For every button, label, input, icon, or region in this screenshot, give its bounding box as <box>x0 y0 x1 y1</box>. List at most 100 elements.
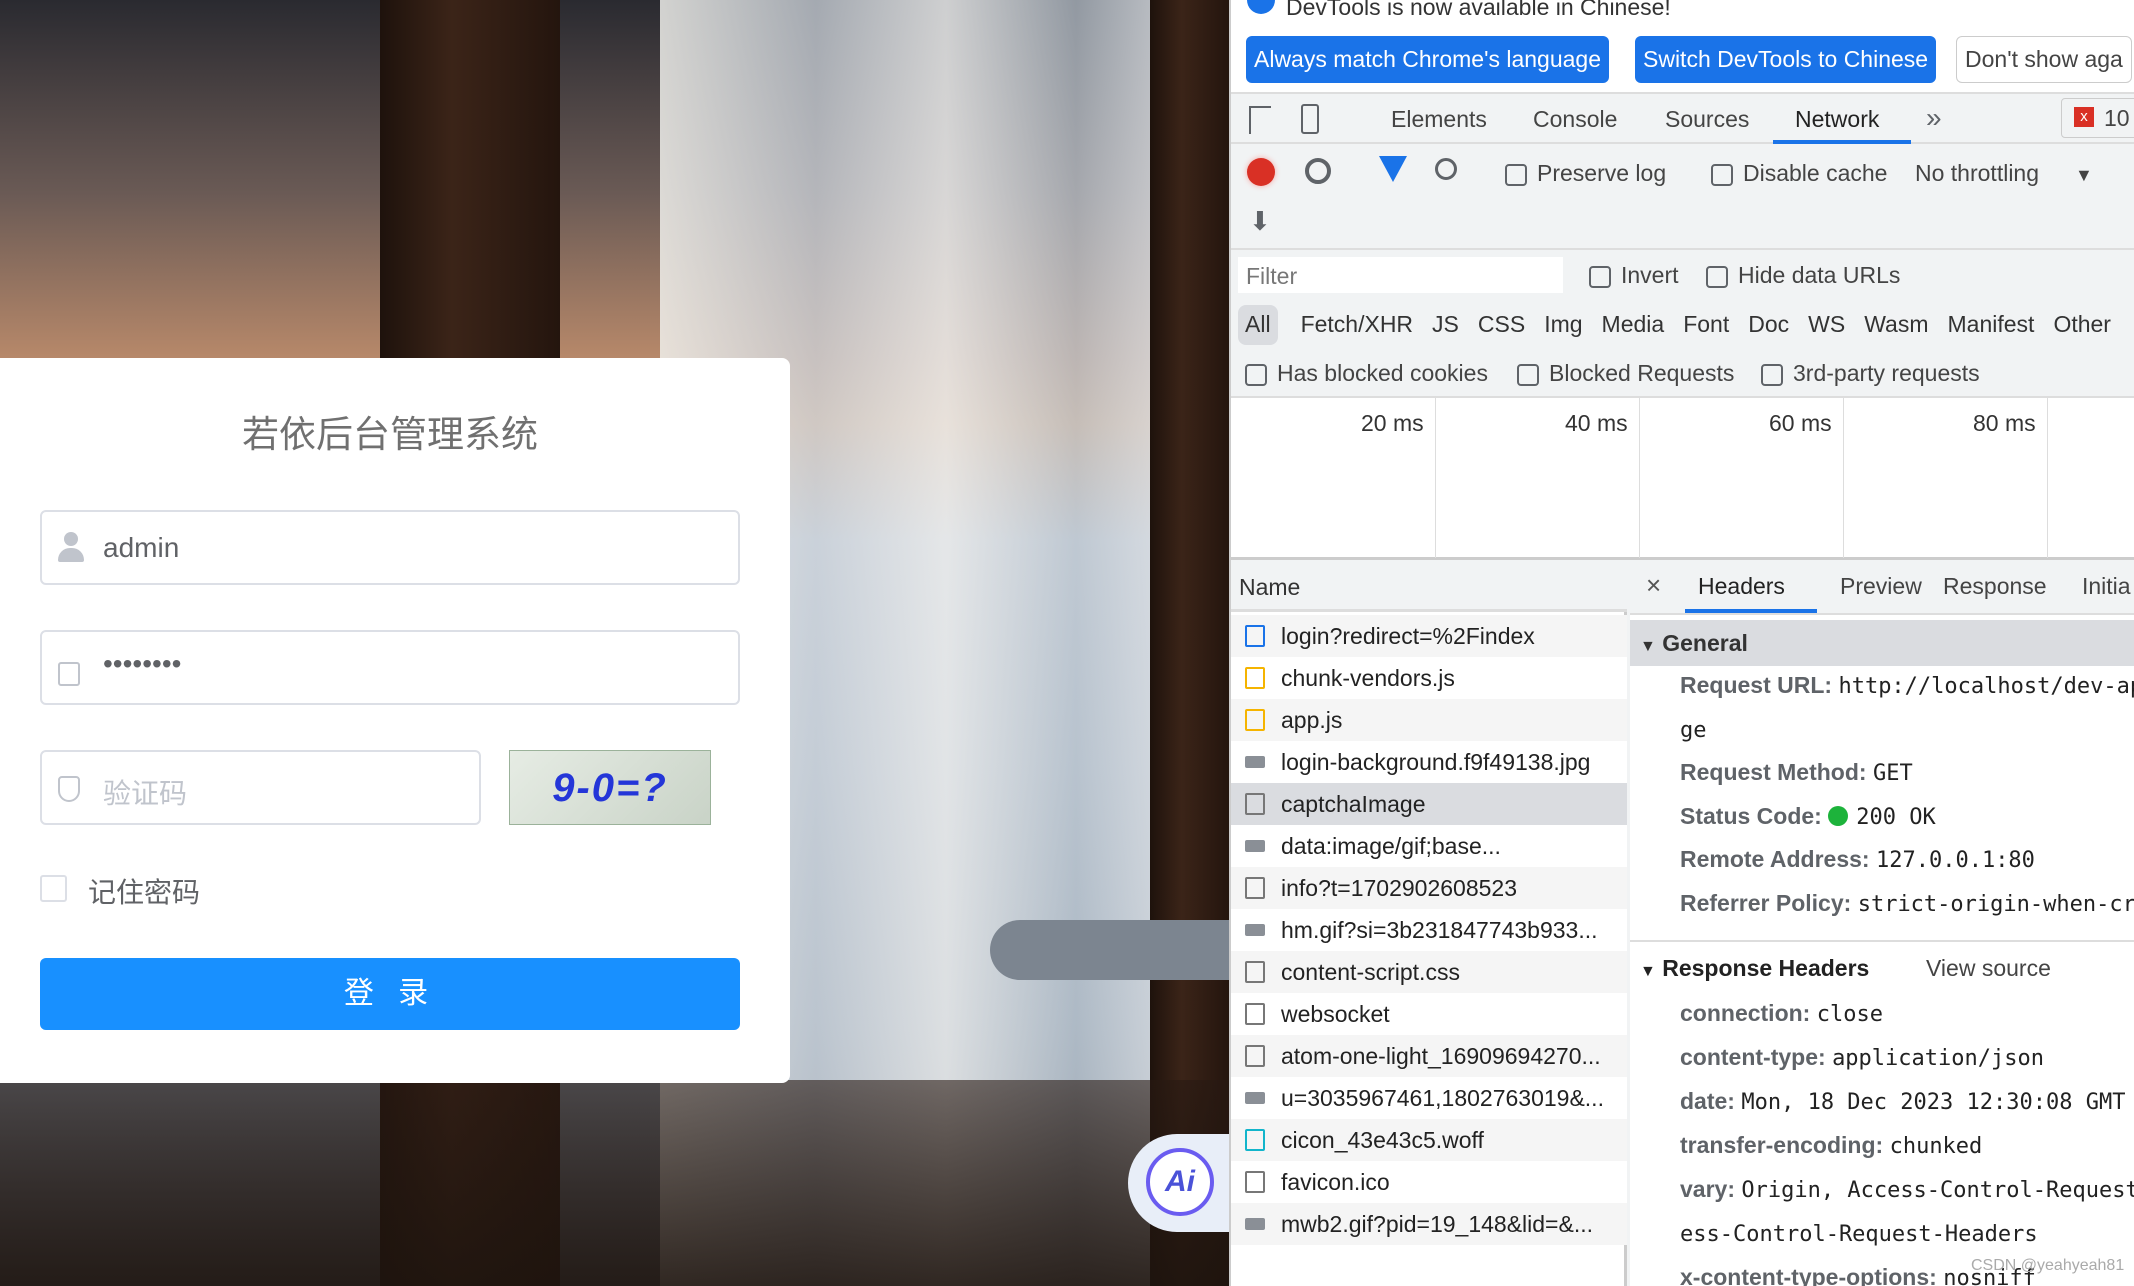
switch-chinese-button[interactable]: Switch DevTools to Chinese <box>1635 36 1937 83</box>
inspect-element-icon[interactable] <box>1249 106 1271 134</box>
filter-icon[interactable] <box>1379 156 1407 182</box>
more-tabs-button[interactable]: » <box>1926 102 1942 134</box>
response-headers-title: Response Headers <box>1662 955 1870 981</box>
request-row[interactable]: mwb2.gif?pid=19_148&lid=&... <box>1231 1203 1627 1245</box>
password-input[interactable]: •••••••• <box>40 630 740 705</box>
match-language-button[interactable]: Always match Chrome's language <box>1246 36 1609 83</box>
request-row[interactable]: cicon_43e43c5.woff <box>1231 1119 1627 1161</box>
dont-show-again-button[interactable]: Don't show aga <box>1956 36 2132 83</box>
header-value: chunked <box>1889 1134 1983 1159</box>
user-icon <box>56 532 86 564</box>
invert-checkbox[interactable]: Invert <box>1589 262 1679 289</box>
throttling-select[interactable]: No throttling ▼ <box>1915 160 2093 187</box>
login-button[interactable]: 登 录 <box>40 958 740 1030</box>
type-filter-media[interactable]: Media <box>1595 305 1672 345</box>
filter-input[interactable]: Filter <box>1238 257 1563 293</box>
header-row: Referrer Policy: strict-origin-when-cr <box>1680 890 2134 917</box>
tab-console[interactable]: Console <box>1533 106 1617 133</box>
blocked-requests-label: Blocked Requests <box>1549 360 1735 386</box>
invert-label: Invert <box>1621 262 1679 288</box>
document-icon <box>1245 625 1265 647</box>
request-row[interactable]: login-background.f9f49138.jpg <box>1231 741 1627 783</box>
request-row[interactable]: content-script.css <box>1231 951 1627 993</box>
type-filter-manifest[interactable]: Manifest <box>1941 305 2042 345</box>
triangle-down-icon: ▼ <box>1640 963 1656 980</box>
header-row: transfer-encoding: chunked <box>1680 1132 1982 1159</box>
tab-initiator[interactable]: Initia <box>2082 573 2131 600</box>
preserve-log-checkbox[interactable]: Preserve log <box>1505 160 1666 187</box>
request-name: info?t=1702902608523 <box>1281 875 1517 901</box>
request-row[interactable]: info?t=1702902608523 <box>1231 867 1627 909</box>
clear-icon[interactable] <box>1305 158 1331 184</box>
request-row[interactable]: u=3035967461,1802763019&... <box>1231 1077 1627 1119</box>
request-row[interactable]: data:image/gif;base... <box>1231 825 1627 867</box>
request-row[interactable]: favicon.ico <box>1231 1161 1627 1203</box>
infobar-message: DevTools is now available in Chinese! <box>1286 0 1671 20</box>
request-row[interactable]: chunk-vendors.js <box>1231 657 1627 699</box>
third-party-checkbox[interactable]: 3rd-party requests <box>1761 360 1980 387</box>
blocked-requests-checkbox[interactable]: Blocked Requests <box>1517 360 1734 387</box>
import-har-icon[interactable]: ⬇ <box>1249 206 1271 237</box>
header-value: GET <box>1872 761 1913 786</box>
request-row[interactable]: captchaImage <box>1231 783 1627 825</box>
image-icon <box>1245 924 1265 936</box>
header-value: ge <box>1680 717 1707 743</box>
search-icon[interactable] <box>1435 158 1457 180</box>
request-name: content-script.css <box>1281 959 1460 985</box>
username-input[interactable]: admin <box>40 510 740 585</box>
script-icon <box>1245 667 1265 689</box>
record-icon[interactable] <box>1247 158 1275 186</box>
detail-tabs: × Headers Preview Response Initia <box>1630 560 2134 615</box>
name-column-header[interactable]: Name <box>1231 560 1627 612</box>
chevron-down-icon: ▼ <box>2075 165 2093 185</box>
type-filter-wasm[interactable]: Wasm <box>1857 305 1935 345</box>
error-counter[interactable]: x 10 <box>2061 98 2134 138</box>
close-icon[interactable]: × <box>1646 570 1661 601</box>
file-icon <box>1245 1003 1265 1025</box>
type-filter-js[interactable]: JS <box>1425 305 1466 345</box>
type-filter-all[interactable]: All <box>1238 305 1278 345</box>
active-detail-tab-indicator <box>1685 609 1817 613</box>
script-icon <box>1245 709 1265 731</box>
header-value: 127.0.0.1:80 <box>1875 848 2035 873</box>
tab-headers[interactable]: Headers <box>1698 573 1785 600</box>
tab-elements[interactable]: Elements <box>1391 106 1487 133</box>
type-filter-img[interactable]: Img <box>1537 305 1589 345</box>
header-row: ess-Control-Request-Headers <box>1680 1220 2038 1247</box>
captcha-input[interactable]: 验证码 <box>40 750 481 825</box>
tab-network[interactable]: Network <box>1795 106 1879 133</box>
image-icon <box>1245 756 1265 768</box>
remember-checkbox[interactable] <box>40 875 67 902</box>
shield-icon <box>58 776 80 802</box>
request-row[interactable]: hm.gif?si=3b231847743b933... <box>1231 909 1627 951</box>
captcha-image[interactable]: 9-0=? <box>509 750 711 825</box>
request-row[interactable]: app.js <box>1231 699 1627 741</box>
request-row[interactable]: websocket <box>1231 993 1627 1035</box>
request-row[interactable]: login?redirect=%2Findex <box>1231 615 1627 657</box>
type-filter-other[interactable]: Other <box>2046 305 2118 345</box>
type-filter-doc[interactable]: Doc <box>1741 305 1796 345</box>
disable-cache-checkbox[interactable]: Disable cache <box>1711 160 1887 187</box>
status-ok-icon <box>1828 805 1849 826</box>
general-section-header[interactable]: ▼ General <box>1630 620 2134 666</box>
lock-icon <box>58 662 80 686</box>
ai-assistant-button[interactable]: Ai <box>1128 1134 1229 1232</box>
type-filter-fetchxhr[interactable]: Fetch/XHR <box>1294 305 1420 345</box>
request-row[interactable]: atom-one-light_16909694270... <box>1231 1035 1627 1077</box>
type-filter-ws[interactable]: WS <box>1801 305 1852 345</box>
header-row: date: Mon, 18 Dec 2023 12:30:08 GMT <box>1680 1088 2125 1115</box>
response-headers-section-header[interactable]: ▼ Response Headers <box>1640 955 1869 982</box>
tab-sources[interactable]: Sources <box>1665 106 1749 133</box>
request-name: websocket <box>1281 1001 1390 1027</box>
view-source-link[interactable]: View source <box>1926 955 2051 982</box>
hide-data-urls-checkbox[interactable]: Hide data URLs <box>1706 262 1900 289</box>
tab-response[interactable]: Response <box>1943 573 2047 600</box>
timeline-overview[interactable]: 20 ms 40 ms 60 ms 80 ms <box>1231 396 2134 560</box>
preserve-log-label: Preserve log <box>1537 160 1667 186</box>
tab-preview[interactable]: Preview <box>1840 573 1922 600</box>
resource-type-filters: All Fetch/XHR JS CSS Img Media Font Doc WS Wasm Ma… <box>1238 305 2123 345</box>
blocked-cookies-checkbox[interactable]: Has blocked cookies <box>1245 360 1488 387</box>
device-toggle-icon[interactable] <box>1301 104 1319 134</box>
type-filter-font[interactable]: Font <box>1676 305 1736 345</box>
type-filter-css[interactable]: CSS <box>1471 305 1532 345</box>
